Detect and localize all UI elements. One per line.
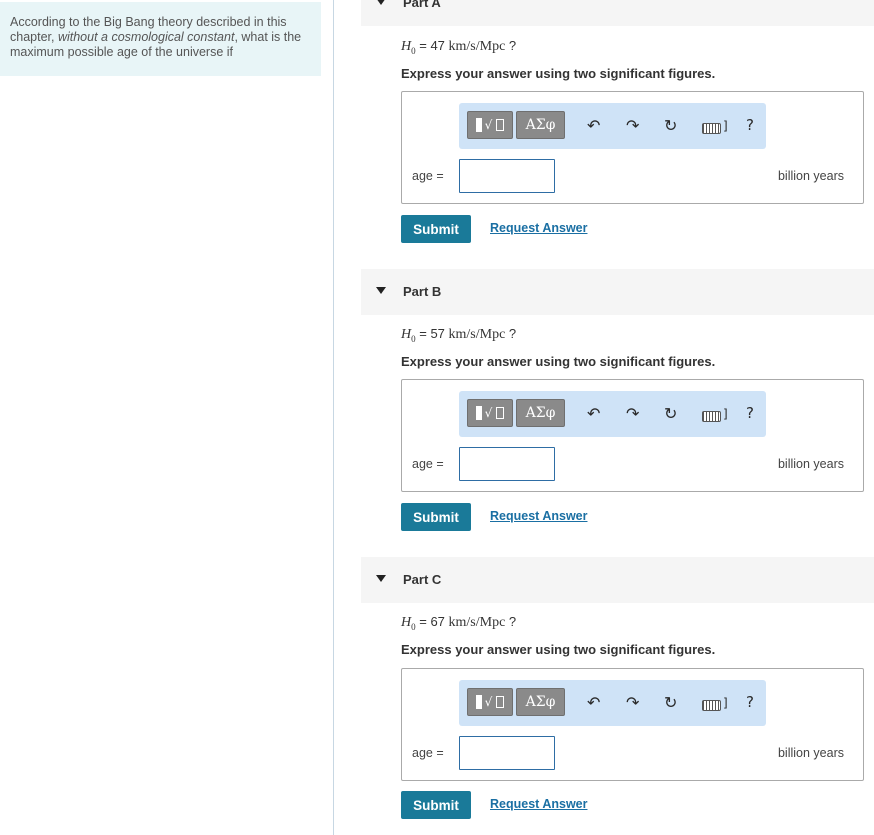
undo-icon[interactable]: ↶ xyxy=(587,116,600,135)
part-a-request-answer-link[interactable]: Request Answer xyxy=(490,221,587,235)
part-c-instruction: Express your answer using two significan… xyxy=(401,642,716,657)
keyboard-shortcuts-icon[interactable]: ] xyxy=(702,119,728,138)
sqrt-icon: √ xyxy=(484,406,493,420)
greek-symbols-button[interactable]: ΑΣφ xyxy=(516,399,565,427)
part-b-header[interactable]: Part B xyxy=(361,269,874,315)
part-c-answer-box: √ ΑΣφ ↶ ↷ ↻ ] ? age = billion years xyxy=(401,668,864,781)
problem-text-italic: without a cosmological constant xyxy=(57,30,235,44)
part-c-age-input[interactable] xyxy=(459,736,555,770)
age-label: age = xyxy=(412,746,444,760)
reset-icon[interactable]: ↻ xyxy=(664,404,677,423)
part-c-question: H0 = 67 km/s/Mpc ? xyxy=(401,614,517,632)
sqrt-icon: √ xyxy=(484,118,493,132)
part-b-submit-button[interactable]: Submit xyxy=(401,503,471,531)
templates-button[interactable]: √ xyxy=(467,111,513,139)
redo-icon[interactable]: ↷ xyxy=(626,404,639,423)
help-icon[interactable]: ? xyxy=(746,693,754,711)
part-b-age-input[interactable] xyxy=(459,447,555,481)
help-icon[interactable]: ? xyxy=(746,404,754,422)
reset-icon[interactable]: ↻ xyxy=(664,116,677,135)
units-label: billion years xyxy=(777,746,844,760)
math-toolbar: √ ΑΣφ ↶ ↷ ↻ ] ? xyxy=(459,103,766,149)
part-a-question: H0 = 47 km/s/Mpc ? xyxy=(401,38,517,56)
part-b-title: Part B xyxy=(403,284,442,299)
problem-statement: According to the Big Bang theory describ… xyxy=(0,2,321,76)
part-c-request-answer-link[interactable]: Request Answer xyxy=(490,797,587,811)
part-a-answer-box: √ ΑΣφ ↶ ↷ ↻ ] ? age = billion years xyxy=(401,91,864,204)
part-b-instruction: Express your answer using two significan… xyxy=(401,354,716,369)
part-b-request-answer-link[interactable]: Request Answer xyxy=(490,509,587,523)
part-a-submit-button[interactable]: Submit xyxy=(401,215,471,243)
redo-icon[interactable]: ↷ xyxy=(626,693,639,712)
greek-symbols-button[interactable]: ΑΣφ xyxy=(516,688,565,716)
part-a-age-input[interactable] xyxy=(459,159,555,193)
templates-button[interactable]: √ xyxy=(467,399,513,427)
collapse-triangle-icon[interactable] xyxy=(376,287,386,294)
collapse-triangle-icon[interactable] xyxy=(376,575,386,582)
redo-icon[interactable]: ↷ xyxy=(626,116,639,135)
age-label: age = xyxy=(412,169,444,183)
keyboard-shortcuts-icon[interactable]: ] xyxy=(702,407,728,426)
part-c-title: Part C xyxy=(403,572,442,587)
collapse-triangle-icon[interactable] xyxy=(376,0,386,5)
math-toolbar: √ ΑΣφ ↶ ↷ ↻ ] ? xyxy=(459,391,766,437)
age-label: age = xyxy=(412,457,444,471)
keyboard-shortcuts-icon[interactable]: ] xyxy=(702,696,728,715)
templates-button[interactable]: √ xyxy=(467,688,513,716)
undo-icon[interactable]: ↶ xyxy=(587,693,600,712)
problem-sidebar: According to the Big Bang theory describ… xyxy=(0,0,334,835)
part-b-question: H0 = 57 km/s/Mpc ? xyxy=(401,326,517,344)
reset-icon[interactable]: ↻ xyxy=(664,693,677,712)
math-toolbar: √ ΑΣφ ↶ ↷ ↻ ] ? xyxy=(459,680,766,726)
part-b-answer-box: √ ΑΣφ ↶ ↷ ↻ ] ? age = billion years xyxy=(401,379,864,492)
part-c-header[interactable]: Part C xyxy=(361,557,874,603)
units-label: billion years xyxy=(777,457,844,471)
sqrt-icon: √ xyxy=(484,695,493,709)
undo-icon[interactable]: ↶ xyxy=(587,404,600,423)
part-a-title: Part A xyxy=(403,0,441,10)
part-c-submit-button[interactable]: Submit xyxy=(401,791,471,819)
help-icon[interactable]: ? xyxy=(746,116,754,134)
part-a-instruction: Express your answer using two significan… xyxy=(401,66,716,81)
part-a-header[interactable]: Part A xyxy=(361,0,874,26)
greek-symbols-button[interactable]: ΑΣφ xyxy=(516,111,565,139)
units-label: billion years xyxy=(777,169,844,183)
